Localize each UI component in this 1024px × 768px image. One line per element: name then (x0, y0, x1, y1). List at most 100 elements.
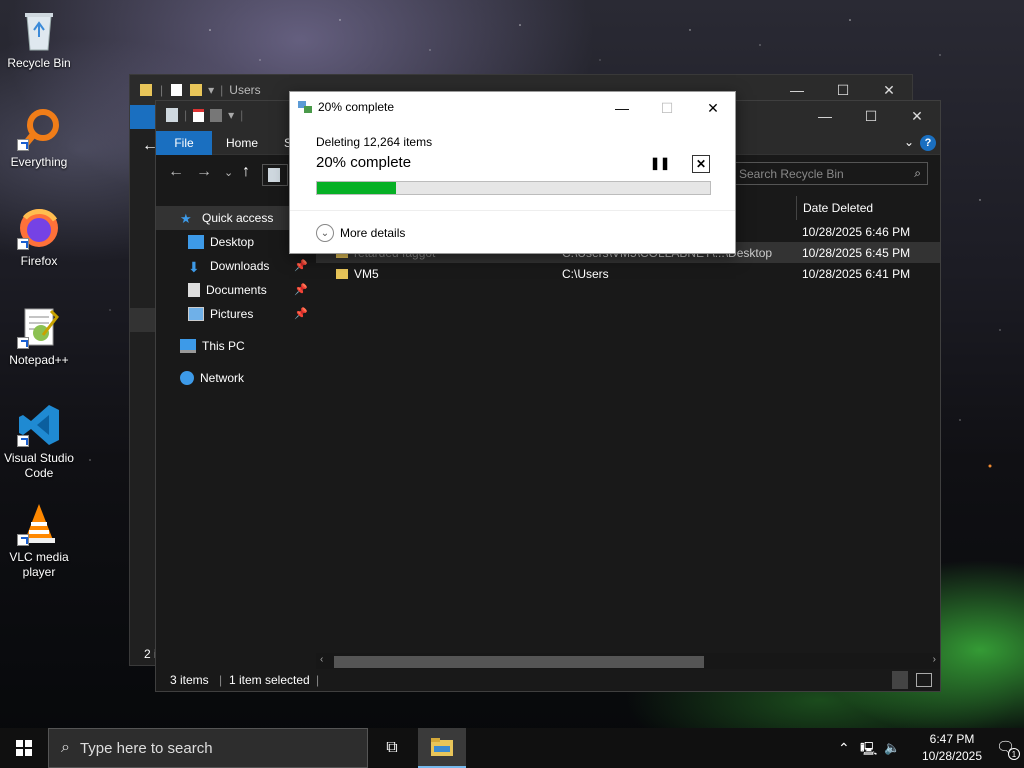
desktop-icon-label: Notepad++ (9, 353, 69, 367)
more-details-label: More details (340, 226, 406, 240)
table-row[interactable]: VM5 C:\Users 10/28/2025 6:41 PM (316, 263, 940, 284)
close-button[interactable]: ✕ (894, 101, 940, 131)
scroll-left-icon[interactable]: ‹ (320, 654, 323, 665)
new-folder-icon[interactable] (210, 108, 223, 122)
qat-dropdown-icon[interactable]: ▾ (208, 83, 214, 97)
expand-ribbon-icon[interactable]: ⌄ (904, 135, 914, 149)
sidebar-item-label: Desktop (210, 235, 255, 249)
sidebar-item-pictures[interactable]: Pictures 📌 (156, 302, 314, 326)
address-bar[interactable] (262, 164, 288, 186)
sidebar-item-label: Network (200, 371, 245, 385)
tab-file[interactable]: File (156, 131, 212, 155)
pictures-icon (188, 307, 204, 321)
taskbar: ⌕ Type here to search ⧉ ⌃ 🖳 🔈 6:47 PM 10… (0, 728, 1024, 768)
minimize-button[interactable]: — (602, 96, 642, 120)
network-status-icon[interactable]: 🖳 (860, 740, 877, 762)
close-button[interactable]: ✕ (693, 96, 733, 120)
progress-fill (317, 182, 396, 194)
forward-button[interactable]: → (196, 163, 212, 181)
row-location: C:\Users (562, 267, 609, 281)
horizontal-scrollbar[interactable]: ‹ › (316, 653, 940, 669)
pause-button[interactable]: ❚❚ (650, 156, 670, 170)
recycle-bin-small-icon (166, 108, 178, 122)
desktop-icon-label: VLC media player (9, 550, 69, 579)
vlc-icon (17, 502, 61, 546)
search-input[interactable]: Search Recycle Bin ⌕ (732, 162, 928, 185)
up-button[interactable]: ↑ (242, 163, 250, 181)
search-icon: ⌕ (914, 166, 921, 180)
show-hidden-icons-icon[interactable]: ⌃ (838, 740, 850, 757)
sidebar-item-label: This PC (202, 339, 245, 353)
sidebar-item-label: Quick access (202, 211, 274, 225)
desktop-icon-vlc[interactable]: VLC media player (0, 502, 78, 580)
properties-icon (171, 84, 183, 96)
minimize-button[interactable]: — (802, 101, 848, 131)
desktop-icon-everything[interactable]: Everything (0, 107, 78, 170)
scroll-right-icon[interactable]: › (933, 654, 936, 665)
row-date: 10/28/2025 6:45 PM (802, 246, 911, 260)
percent-complete: 20% complete (316, 154, 412, 171)
tab-home[interactable]: Home (218, 131, 266, 155)
delete-progress-dialog[interactable]: 20% complete — ☐ ✕ Deleting 12,264 items… (289, 91, 736, 254)
details-view-icon[interactable] (892, 671, 908, 689)
window-title: Users (229, 83, 261, 97)
sidebar-item[interactable] (130, 308, 156, 332)
windows-logo-icon (16, 740, 32, 756)
desktop-icon-label: Firefox (20, 254, 58, 268)
notepad-plus-plus-icon (17, 305, 61, 349)
vscode-icon (17, 403, 61, 447)
volume-muted-icon[interactable]: 🔈 (884, 740, 900, 756)
scrollbar-thumb[interactable] (334, 656, 704, 668)
maximize-button[interactable]: ☐ (848, 101, 894, 131)
shortcut-arrow-icon (17, 337, 29, 349)
sidebar-item-label: Documents (206, 283, 267, 297)
desktop-icon-notepad-plus-plus[interactable]: Notepad++ (0, 305, 78, 368)
recent-locations-icon[interactable]: ⌄ (224, 166, 233, 179)
folder-icon (336, 269, 348, 279)
row-date: 10/28/2025 6:46 PM (802, 225, 911, 239)
sidebar-item-downloads[interactable]: ⬇ Downloads 📌 (156, 254, 314, 278)
sidebar-item-this-pc[interactable]: This PC (156, 334, 314, 358)
sidebar-item-documents[interactable]: Documents 📌 (156, 278, 314, 302)
column-header-date-deleted[interactable]: Date Deleted (796, 196, 936, 220)
start-button[interactable] (0, 728, 48, 768)
network-icon (180, 371, 194, 385)
sidebar-item-network[interactable]: Network (156, 366, 314, 390)
document-icon (188, 283, 200, 297)
clock-time: 6:47 PM (929, 732, 975, 746)
desktop-icon-recycle-bin[interactable]: Recycle Bin (0, 8, 78, 71)
desktop-icon-firefox[interactable]: Firefox (0, 206, 78, 269)
progress-bar (316, 181, 711, 195)
task-view-button[interactable]: ⧉ (372, 728, 412, 768)
shortcut-arrow-icon (17, 534, 29, 546)
file-tab[interactable] (130, 105, 156, 129)
divider (290, 210, 735, 211)
computer-icon (180, 339, 196, 353)
qat-dropdown-icon[interactable]: ▾ (228, 108, 234, 122)
pin-icon: 📌 (294, 308, 308, 320)
dialog-title: 20% complete (318, 100, 395, 114)
shortcut-arrow-icon (17, 238, 29, 250)
more-details-toggle[interactable]: ⌄ More details (316, 224, 405, 242)
download-arrow-icon: ⬇ (188, 259, 200, 275)
large-icons-view-icon[interactable] (916, 673, 932, 687)
sidebar-item-label: Downloads (210, 259, 270, 273)
column-header-label: Date Deleted (803, 201, 874, 215)
recycle-bin-small-icon (268, 168, 280, 182)
back-button[interactable]: ← (168, 163, 184, 181)
taskbar-search-box[interactable]: ⌕ Type here to search (48, 728, 368, 768)
row-date: 10/28/2025 6:41 PM (802, 267, 911, 281)
desktop-icon-label: Everything (10, 155, 68, 169)
shortcut-arrow-icon (17, 139, 29, 151)
chevron-down-icon: ⌄ (316, 224, 334, 242)
notification-badge: 1 (1008, 748, 1020, 760)
system-clock[interactable]: 6:47 PM 10/28/2025 (914, 731, 990, 765)
cancel-button[interactable]: ✕ (692, 155, 710, 173)
taskbar-file-explorer[interactable] (418, 728, 466, 768)
properties-icon[interactable] (193, 108, 205, 122)
operation-description: Deleting 12,264 items (316, 135, 433, 149)
shortcut-arrow-icon (17, 435, 29, 447)
desktop-icon-vscode[interactable]: Visual Studio Code (0, 403, 78, 481)
status-item-count: 3 items (170, 673, 209, 687)
help-icon[interactable]: ? (920, 135, 936, 151)
